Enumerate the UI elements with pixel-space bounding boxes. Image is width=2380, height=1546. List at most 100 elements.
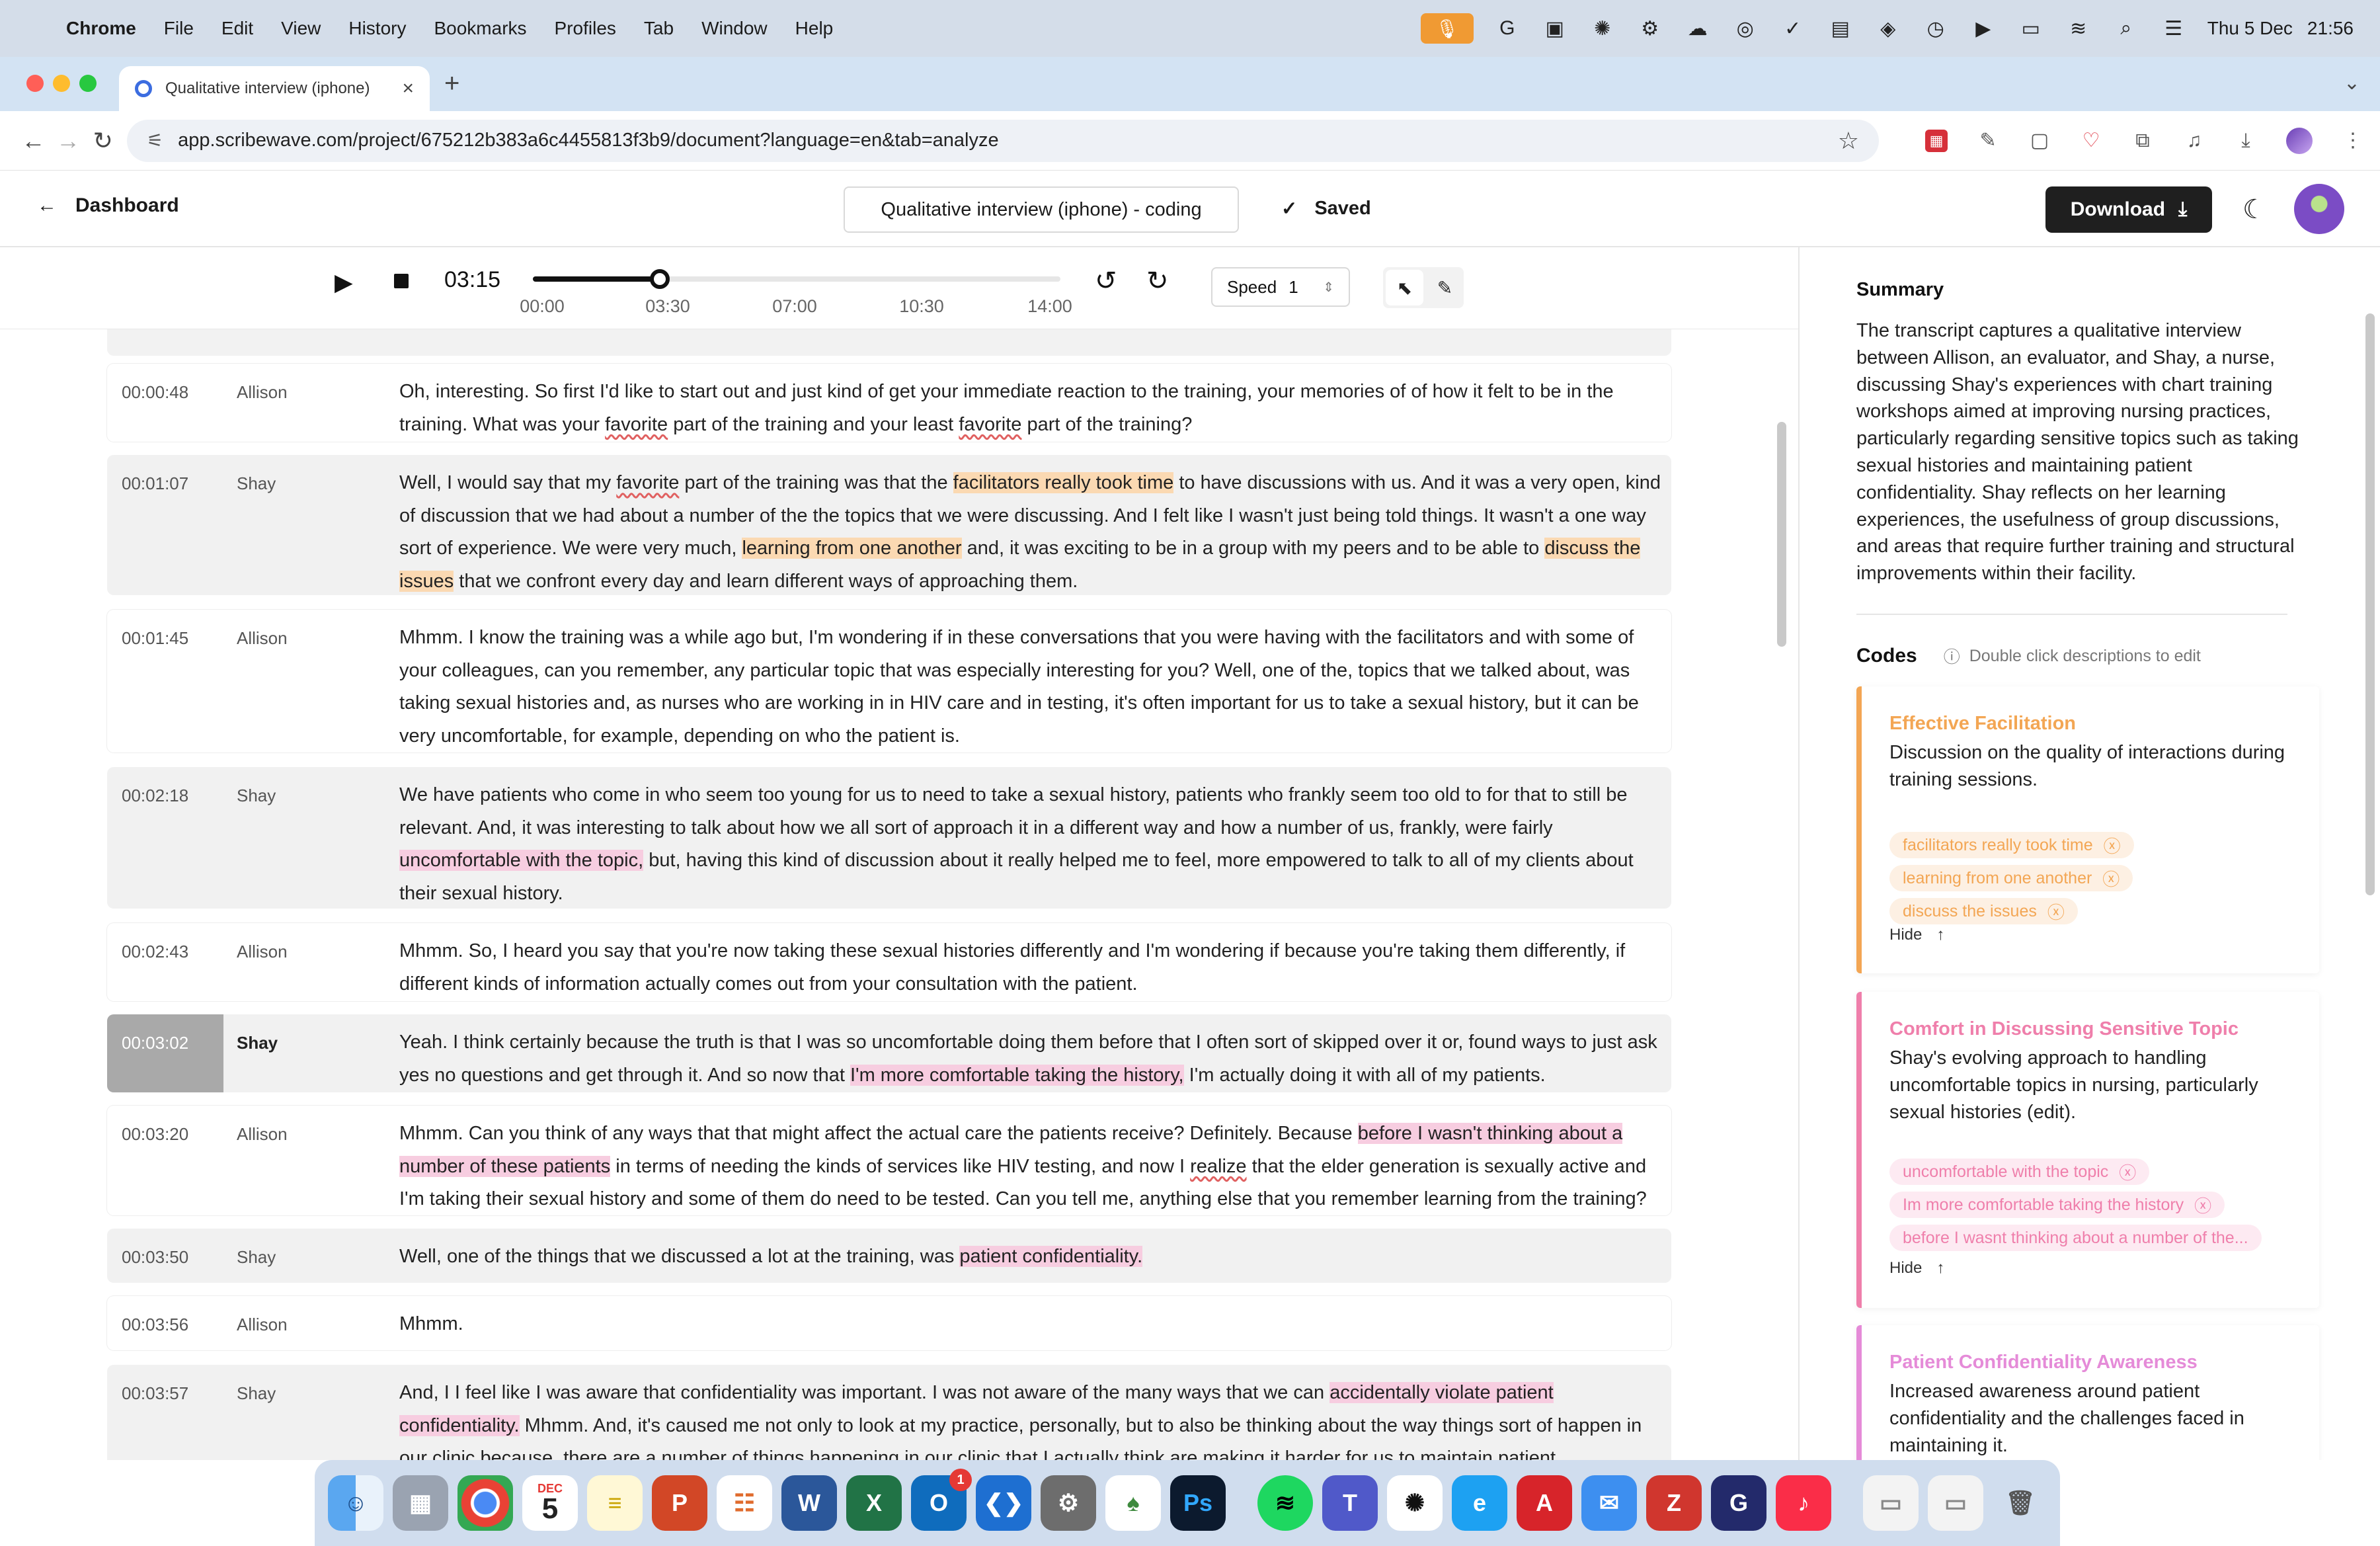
tab-search-chevron-icon[interactable]: ⌄ [2344,71,2360,95]
remove-tag-icon[interactable]: ⓧ [2194,1193,2211,1217]
panel-scrollbar[interactable] [2365,313,2375,895]
row-text[interactable]: And, I I feel like I was aware that conf… [399,1377,1662,1460]
code-card-comfort-sensitive-topic[interactable]: Comfort in Discussing Sensitive Topic Sh… [1856,992,2319,1308]
menu-history[interactable]: History [348,18,406,39]
menubar-clock[interactable]: Thu 5 Dec 21:56 [2207,18,2354,39]
download-tray-icon[interactable]: ⤓ [2235,130,2257,152]
calendar-icon[interactable]: DEC 5 [522,1475,578,1531]
row-timestamp[interactable]: 00:03:02 [122,1033,188,1053]
chrome-menu-icon[interactable]: ⋮ [2342,130,2364,152]
code-tag[interactable]: before I wasnt thinking about a number o… [1889,1225,2262,1251]
g-app-dock-icon[interactable]: G [1711,1475,1766,1531]
play-icon[interactable]: ▶ [335,268,353,296]
playback-thumb[interactable] [649,269,670,289]
transcript-scrollbar[interactable] [1777,422,1786,647]
window-zoom-button[interactable] [79,75,97,92]
coded-highlight[interactable]: learning from one another [742,538,962,559]
tab-close-icon[interactable]: × [402,77,414,100]
code-card-effective-facilitation[interactable]: Effective Facilitation Discussion on the… [1856,686,2319,973]
user-avatar[interactable] [2294,184,2344,234]
forward-10-icon[interactable]: ↻ [1146,266,1169,296]
rewind-10-icon[interactable]: ↺ [1095,266,1117,296]
translate-icon[interactable]: ▣ [1541,15,1569,42]
word-icon[interactable]: W [781,1475,837,1531]
system-settings-icon[interactable]: ⚙ [1041,1475,1096,1531]
creative-cloud-icon[interactable]: ◎ [1731,15,1759,42]
code-card-patient-confidentiality[interactable]: Patient Confidentiality Awareness Increa… [1856,1325,2319,1460]
window-minimize-button[interactable] [53,75,70,92]
edge-icon[interactable]: e [1452,1475,1507,1531]
transcript-row[interactable]: 00:00:48 Allison Oh, interesting. So fir… [107,364,1671,442]
chrome-icon[interactable] [457,1475,513,1531]
menu-window[interactable]: Window [701,18,768,39]
row-text[interactable]: Well, I would say that my favorite part … [399,467,1662,598]
layers-icon[interactable]: ◈ [1874,15,1902,42]
mail-icon[interactable]: ✉ [1581,1475,1637,1531]
code-tag[interactable]: discuss the issues ⓧ [1889,898,2078,924]
code-name[interactable]: Comfort in Discussing Sensitive Topic [1889,1018,2239,1040]
code-name[interactable]: Effective Facilitation [1889,713,2076,735]
microphone-icon[interactable]: 🎙 [1420,13,1474,44]
vscode-icon[interactable]: ❮❯ [976,1475,1031,1531]
transcript-row[interactable]: 00:03:57 Shay And, I I feel like I was a… [107,1365,1671,1460]
highlighter-pen-icon[interactable]: ✎ [1426,267,1464,308]
check-circle-icon[interactable]: ✓ [1779,15,1807,42]
g-app-icon[interactable]: G [1493,15,1521,42]
transcript-row[interactable]: 00:03:56 Allison Mhmm. [107,1296,1671,1350]
menu-app-name[interactable]: Chrome [66,18,136,39]
row-timestamp[interactable]: 00:00:48 [122,382,188,403]
outlook-icon[interactable]: O1 [911,1469,972,1531]
powerpoint-icon[interactable]: P [652,1475,707,1531]
row-timestamp[interactable]: 00:02:18 [122,786,188,806]
menu-tab[interactable]: Tab [644,18,674,39]
address-bar[interactable]: ⚟ app.scribewave.com/project/675212b383a… [127,119,1880,162]
site-settings-icon[interactable]: ⚟ [147,130,163,151]
speed-select[interactable]: Speed 1 ⇕ [1211,267,1350,307]
excel-icon[interactable]: X [846,1475,902,1531]
pocket-icon[interactable]: ♡ [2080,130,2102,152]
transcript-row[interactable]: 00:02:18 Shay We have patients who come … [107,767,1671,909]
menu-bookmarks[interactable]: Bookmarks [434,18,526,39]
download-button[interactable]: Download ⤓ [2045,186,2212,233]
transcript-row-active[interactable]: 00:03:02 Shay Yeah. I think certainly be… [107,1014,1671,1092]
code-tag[interactable]: facilitators really took time ⓧ [1889,832,2134,858]
coded-highlight[interactable]: facilitators really took time [953,472,1174,493]
row-text[interactable]: Mhmm. Can you think of any ways that tha… [399,1118,1662,1216]
menu-edit[interactable]: Edit [221,18,253,39]
extension-doc-icon[interactable]: ▢ [2028,130,2051,152]
mongodb-icon[interactable]: ♠ [1105,1475,1161,1531]
trash-icon[interactable]: 🗑 [1993,1475,2048,1531]
recent-window-icon[interactable]: ▭ [1863,1475,1919,1531]
code-tag[interactable]: uncomfortable with the topic ⓧ [1889,1159,2150,1185]
chrome-profile-avatar[interactable] [2286,127,2313,154]
coded-highlight[interactable]: uncomfortable with the topic, [399,850,644,871]
zotero-icon[interactable]: Z [1646,1475,1702,1531]
row-timestamp[interactable]: 00:02:43 [122,942,188,962]
remove-tag-icon[interactable]: ⓧ [2047,899,2065,924]
control-center-icon[interactable]: ☰ [2160,15,2188,42]
menu-profiles[interactable]: Profiles [555,18,616,39]
transcript-row[interactable]: 00:03:50 Shay Well, one of the things th… [107,1229,1671,1283]
window-close-button[interactable] [26,75,44,92]
acrobat-icon[interactable]: A [1517,1475,1572,1531]
notes-icon[interactable]: ≡ [587,1475,643,1531]
playback-slider[interactable] [533,269,1060,289]
transcript-row[interactable]: 00:03:20 Allison Mhmm. Can you think of … [107,1106,1671,1215]
new-tab-icon[interactable]: + [444,69,459,99]
row-text[interactable]: Oh, interesting. So first I'd like to st… [399,376,1662,441]
row-timestamp[interactable]: 00:03:57 [122,1383,188,1404]
coded-highlight[interactable]: I'm more comfortable taking the history, [850,1064,1184,1086]
row-text[interactable]: Yeah. I think certainly because the trut… [399,1026,1662,1092]
clipboard-icon[interactable]: ▤ [1827,15,1854,42]
wifi-icon[interactable]: ≋ [2065,15,2092,42]
launchpad-icon[interactable]: ▦ [393,1475,448,1531]
extension-red-icon[interactable]: ▦ [1925,129,1948,152]
select-cursor-icon[interactable]: ⬉ [1386,270,1423,305]
bookmark-star-icon[interactable]: ☆ [1838,127,1859,155]
document-title-field[interactable]: Qualitative interview (iphone) - coding [844,186,1239,233]
row-timestamp[interactable]: 00:03:50 [122,1247,188,1268]
browser-tab[interactable]: Qualitative interview (iphone) × [119,66,430,111]
transcript-row[interactable]: 00:02:43 Allison Mhmm. So, I heard you s… [107,923,1671,1001]
sync-icon[interactable]: ⚙ [1636,15,1664,42]
menu-view[interactable]: View [281,18,321,39]
